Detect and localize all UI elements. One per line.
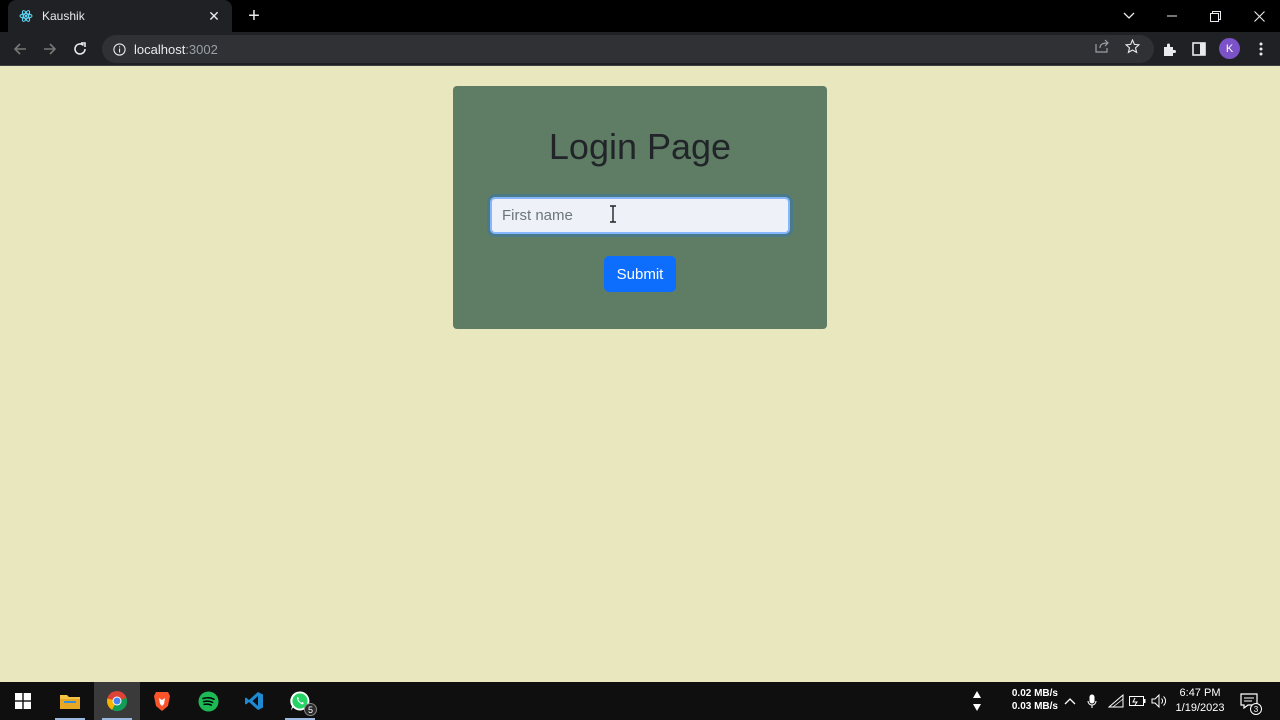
chrome-icon[interactable] [94, 682, 140, 720]
volume-icon[interactable] [1150, 692, 1168, 710]
taskbar: 5 0.02 MB/s 0.03 MB/s 6:47 PM 1/19/2023 … [0, 682, 1280, 720]
show-hidden-icons-chevron-icon[interactable] [1061, 692, 1079, 710]
url-port: :3002 [185, 41, 218, 57]
info-icon[interactable] [112, 42, 126, 56]
profile-avatar[interactable]: K [1219, 38, 1240, 59]
menu-kebab-icon[interactable] [1249, 37, 1273, 61]
text-cursor-icon [609, 205, 617, 223]
network-activity-icon [968, 691, 986, 711]
whatsapp-icon[interactable]: 5 [277, 682, 323, 720]
spotify-icon[interactable] [185, 682, 231, 720]
brave-icon[interactable] [139, 682, 185, 720]
microphone-icon[interactable] [1083, 692, 1101, 710]
windows-start-icon[interactable] [0, 682, 46, 720]
first-name-input[interactable] [490, 197, 790, 234]
forward-icon[interactable] [38, 37, 62, 61]
login-card: Login Page Submit [453, 86, 827, 329]
notification-count-badge: 3 [1250, 703, 1262, 715]
close-window-icon[interactable] [1237, 0, 1280, 32]
tab-close-icon[interactable]: ✕ [206, 8, 222, 24]
clock-date: 1/19/2023 [1175, 702, 1225, 714]
new-tab-button[interactable]: + [242, 4, 266, 28]
tab-kaushik[interactable]: Kaushik ✕ [8, 0, 232, 32]
download-speed: 0.03 MB/s [1011, 701, 1058, 712]
vscode-icon[interactable] [231, 682, 277, 720]
file-explorer-icon[interactable] [47, 682, 93, 720]
page-viewport: Login Page Submit [0, 67, 1280, 682]
tab-strip: Kaushik ✕ + [0, 0, 1280, 32]
whatsapp-badge: 5 [304, 703, 317, 716]
bookmark-star-icon[interactable] [1122, 37, 1142, 55]
address-bar[interactable]: localhost:3002 [102, 35, 1154, 63]
network-speed: 0.02 MB/s 0.03 MB/s [1006, 687, 1058, 713]
browser-toolbar: localhost:3002 K [0, 32, 1280, 66]
page-title: Login Page [548, 126, 732, 167]
wifi-icon[interactable] [1107, 692, 1125, 710]
back-icon[interactable] [8, 37, 32, 61]
restore-icon[interactable] [1193, 0, 1237, 32]
tab-title: Kaushik [42, 9, 85, 23]
system-clock[interactable]: 6:47 PM 1/19/2023 [1168, 686, 1232, 716]
tab-search-icon[interactable] [1107, 0, 1151, 32]
upload-speed: 0.02 MB/s [1011, 688, 1058, 699]
clock-time: 6:47 PM [1179, 687, 1221, 699]
reload-icon[interactable] [68, 37, 92, 61]
react-icon [18, 8, 34, 24]
minimize-icon[interactable] [1150, 0, 1194, 32]
url-host: localhost [134, 41, 186, 57]
side-panel-icon[interactable] [1187, 37, 1211, 61]
extensions-icon[interactable] [1157, 37, 1181, 61]
battery-icon[interactable] [1128, 692, 1146, 710]
share-icon[interactable] [1092, 37, 1112, 55]
submit-button[interactable]: Submit [604, 256, 676, 292]
